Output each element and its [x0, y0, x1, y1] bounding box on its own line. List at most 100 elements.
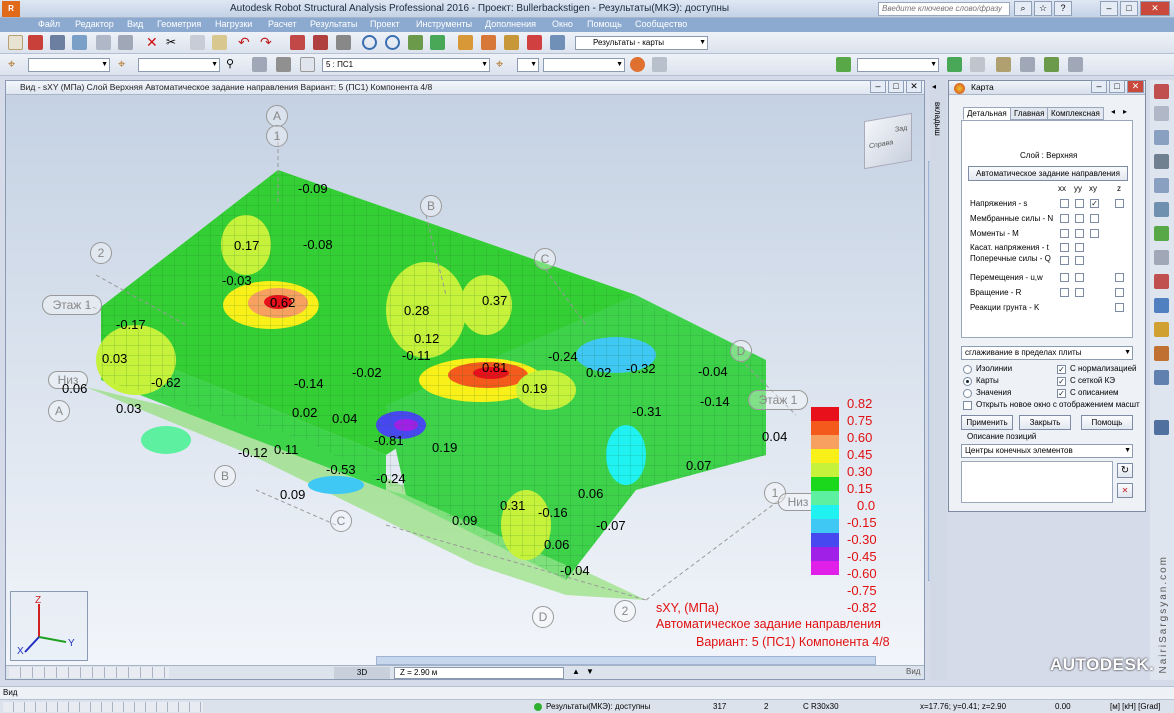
menu-addons[interactable]: Дополнения — [485, 19, 536, 29]
case-icon[interactable] — [252, 57, 267, 72]
help-icon[interactable]: ? — [1054, 1, 1072, 16]
paste-icon[interactable] — [212, 35, 227, 50]
status-icons[interactable] — [3, 702, 203, 712]
tab-detailed[interactable]: Детальная — [963, 107, 1011, 120]
delete-position-icon[interactable]: ✕ — [1117, 483, 1133, 498]
menu-file[interactable]: Файл — [38, 19, 60, 29]
bar-select-icon[interactable]: ⌖ — [118, 57, 133, 72]
pin-icon[interactable]: ◂ — [932, 82, 936, 91]
combination-icon[interactable] — [300, 57, 315, 72]
view-mode-icons[interactable] — [9, 667, 169, 678]
membrane-xx-checkbox[interactable] — [1060, 214, 1069, 223]
stress-xy-checkbox[interactable]: ✓ — [1090, 199, 1099, 208]
stop-icon[interactable] — [276, 57, 291, 72]
offset-icon[interactable] — [1154, 274, 1169, 289]
table-icon[interactable] — [1154, 420, 1169, 435]
tab-main[interactable]: Главная — [1010, 107, 1049, 120]
bar-combo[interactable]: ▼ — [138, 58, 220, 72]
report-icon[interactable] — [313, 35, 328, 50]
menu-edit[interactable]: Редактор — [75, 19, 114, 29]
layout-icon-6[interactable] — [1068, 57, 1083, 72]
map-close-button[interactable]: ✕ — [1127, 80, 1144, 93]
disp-xx-checkbox[interactable] — [1060, 273, 1069, 282]
menu-analysis[interactable]: Расчет — [268, 19, 297, 29]
grid-icon[interactable] — [1154, 154, 1169, 169]
help-button[interactable]: Помощь — [1081, 415, 1133, 430]
mesh-icon[interactable] — [1154, 298, 1169, 313]
case-combo[interactable]: 5 : ПС1 ▼ — [322, 58, 490, 72]
camera-icon[interactable] — [118, 35, 133, 50]
menu-window[interactable]: Окно — [552, 19, 573, 29]
search-input[interactable]: Введите ключевое слово/фразу — [878, 2, 1010, 16]
minimize-button[interactable]: – — [1100, 1, 1118, 16]
display-icon[interactable] — [652, 57, 667, 72]
view-close-button[interactable]: ✕ — [906, 80, 922, 93]
print-icon[interactable] — [50, 35, 65, 50]
membrane-yy-checkbox[interactable] — [1075, 214, 1084, 223]
moments-xx-checkbox[interactable] — [1060, 229, 1069, 238]
normalization-checkbox[interactable]: ✓ — [1057, 365, 1066, 374]
tools-icon[interactable] — [527, 35, 542, 50]
rot-yy-checkbox[interactable] — [1075, 288, 1084, 297]
settings-icon[interactable] — [550, 35, 565, 50]
z-level-field[interactable]: Z = 2.90 м — [394, 667, 564, 679]
maps-radio[interactable] — [963, 377, 972, 386]
soil-z-checkbox[interactable] — [1115, 303, 1124, 312]
spring-icon[interactable] — [1154, 346, 1169, 361]
close-dialog-button[interactable]: Закрыть — [1019, 415, 1071, 430]
new-window-checkbox[interactable] — [963, 401, 972, 410]
map-maximize-button[interactable]: □ — [1109, 80, 1125, 93]
layout-icon-3[interactable] — [996, 57, 1011, 72]
layout-icon-1[interactable] — [947, 57, 962, 72]
menu-project[interactable]: Проект — [370, 19, 400, 29]
view-restore-button[interactable]: □ — [888, 80, 904, 93]
load-icon[interactable] — [1154, 226, 1169, 241]
design-member-icon[interactable] — [1154, 370, 1169, 385]
zoom-window-icon[interactable] — [385, 35, 400, 50]
maximize-button[interactable]: □ — [1120, 1, 1138, 16]
node-combo[interactable]: ▼ — [28, 58, 110, 72]
close-button[interactable]: ✕ — [1140, 1, 1170, 16]
z-down-icon[interactable]: ▼ — [586, 667, 594, 676]
layout-combo[interactable]: Результаты - карты ▼ — [575, 36, 708, 50]
undo-icon[interactable]: ↶ — [238, 35, 253, 50]
horizontal-scrollbar[interactable] — [376, 656, 876, 665]
map-minimize-button[interactable]: – — [1091, 80, 1107, 93]
node-icon[interactable] — [1154, 130, 1169, 145]
model-canvas[interactable]: A 1 B C D 2 A B C D 2 1 Этаж 1 Низ Этаж … — [6, 95, 924, 665]
positions-combo[interactable]: Центры конечных элементов ▼ — [961, 444, 1133, 458]
tree-icon[interactable] — [408, 35, 423, 50]
new-icon[interactable] — [8, 35, 23, 50]
disp-yy-checkbox[interactable] — [1075, 273, 1084, 282]
screen-capture-icon[interactable] — [96, 35, 111, 50]
support-icon[interactable] — [1154, 202, 1169, 217]
tab-complex[interactable]: Комплексная — [1047, 107, 1104, 120]
shear-stress-yy-checkbox[interactable] — [1075, 243, 1084, 252]
save-icon[interactable] — [28, 35, 43, 50]
results-icon[interactable] — [481, 35, 496, 50]
search-icon[interactable]: ⌕ — [1014, 1, 1032, 16]
section-icon[interactable] — [1154, 178, 1169, 193]
filter-icon[interactable]: ⚲ — [226, 57, 241, 72]
menu-geometry[interactable]: Геометрия — [157, 19, 201, 29]
layout-icon-2[interactable] — [970, 57, 985, 72]
stress-xx-checkbox[interactable] — [1060, 199, 1069, 208]
tables-icon[interactable] — [290, 35, 305, 50]
moments-yy-checkbox[interactable] — [1075, 229, 1084, 238]
rot-z-checkbox[interactable] — [1115, 288, 1124, 297]
layout-icon-4[interactable] — [1020, 57, 1035, 72]
smoothing-combo[interactable]: сглаживание в пределах плиты ▼ — [961, 346, 1133, 360]
disp-z-checkbox[interactable] — [1115, 273, 1124, 282]
view-cube[interactable]: Справа Зад — [864, 112, 912, 170]
menu-help[interactable]: Помощь — [587, 19, 622, 29]
shear-forces-yy-checkbox[interactable] — [1075, 256, 1084, 265]
app-logo-icon[interactable]: R — [2, 1, 20, 17]
delete-icon[interactable]: ✕ — [146, 35, 161, 50]
calc-icon[interactable] — [458, 35, 473, 50]
menu-view[interactable]: Вид — [127, 19, 143, 29]
layout-icon-5[interactable] — [1044, 57, 1059, 72]
menu-results[interactable]: Результаты — [310, 19, 357, 29]
rot-xx-checkbox[interactable] — [1060, 288, 1069, 297]
cable-icon[interactable] — [1154, 322, 1169, 337]
node-select-icon[interactable]: ⌖ — [8, 57, 23, 72]
